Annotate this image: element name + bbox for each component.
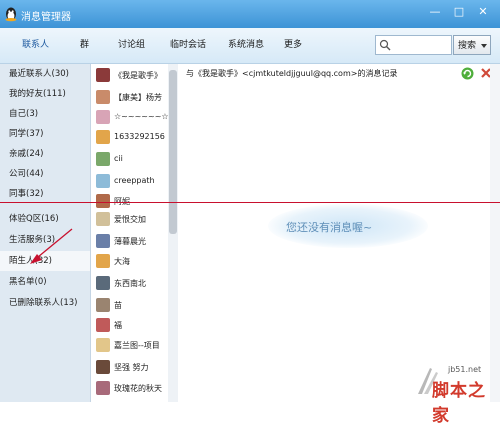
watermark-url: jb51.net — [448, 365, 482, 374]
annotation-arrow-icon — [30, 228, 73, 264]
message-manager-window: 消息管理器 — □ ✕ 联系人 群 讨论组 临时会话 系统消息 更多 搜索 最近… — [0, 0, 500, 426]
watermark-text: 脚本之家 — [432, 381, 486, 426]
